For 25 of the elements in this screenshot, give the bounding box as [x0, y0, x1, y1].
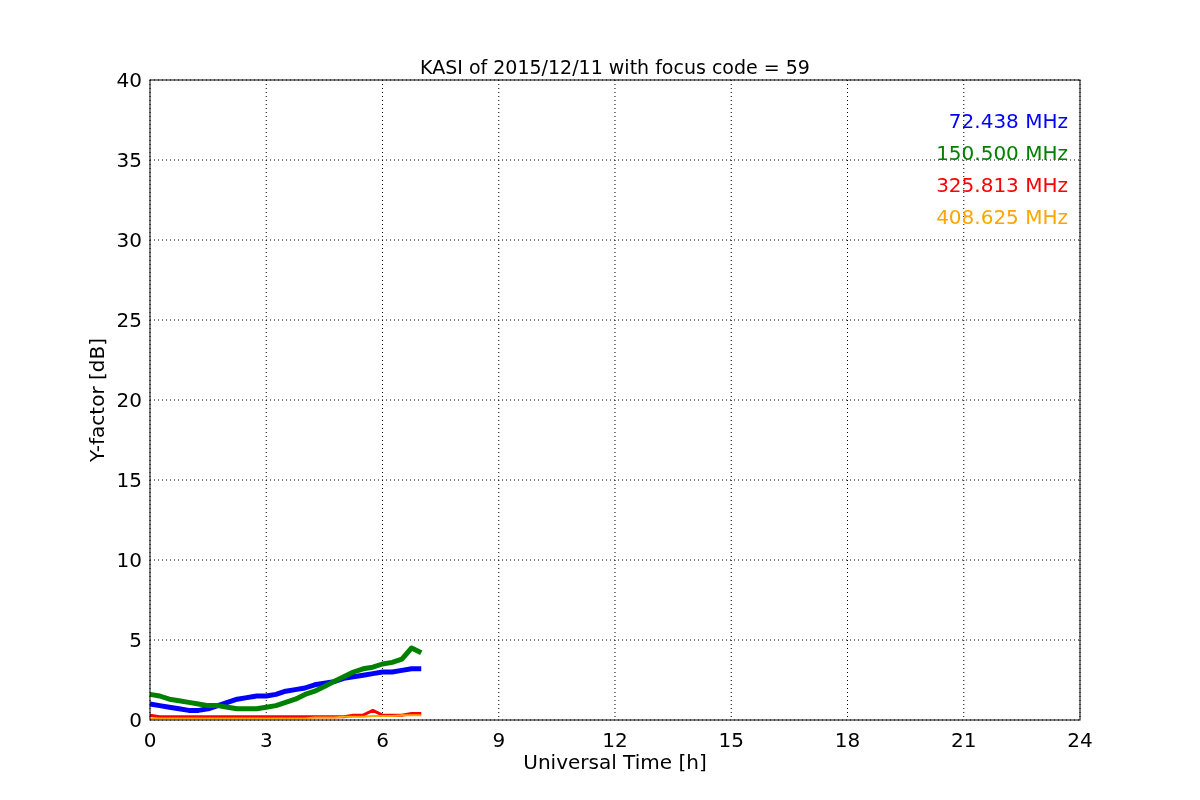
x-tick-label: 24 — [1067, 728, 1093, 752]
x-tick-label: 6 — [376, 728, 389, 752]
x-tick-label: 3 — [259, 728, 273, 752]
x-tick-label: 18 — [834, 728, 861, 752]
legend-label: 72.438 MHz — [948, 109, 1068, 133]
y-tick-label: 10 — [116, 548, 142, 572]
x-tick-label: 9 — [492, 728, 506, 752]
y-tick-label: 25 — [116, 308, 142, 332]
y-tick-label: 5 — [129, 628, 142, 652]
chart-title: KASI of 2015/12/11 with focus code = 59 — [420, 56, 810, 78]
legend-label: 408.625 MHz — [936, 205, 1068, 229]
x-tick-label: 21 — [951, 728, 977, 752]
y-tick-label: 40 — [116, 68, 142, 92]
y-tick-label: 0 — [129, 708, 142, 732]
y-tick-label: 15 — [116, 468, 142, 492]
y-axis-label: Y-factor [dB] — [85, 338, 109, 462]
x-tick-label: 0 — [143, 728, 157, 752]
x-tick-label: 12 — [602, 728, 628, 752]
legend-label: 325.813 MHz — [936, 173, 1068, 197]
y-tick-label: 35 — [116, 148, 142, 172]
x-axis-label: Universal Time [h] — [523, 750, 707, 774]
y-tick-label: 30 — [116, 228, 142, 252]
x-tick-label: 15 — [718, 728, 744, 752]
legend-label: 150.500 MHz — [936, 141, 1068, 165]
y-tick-label: 20 — [116, 388, 142, 412]
